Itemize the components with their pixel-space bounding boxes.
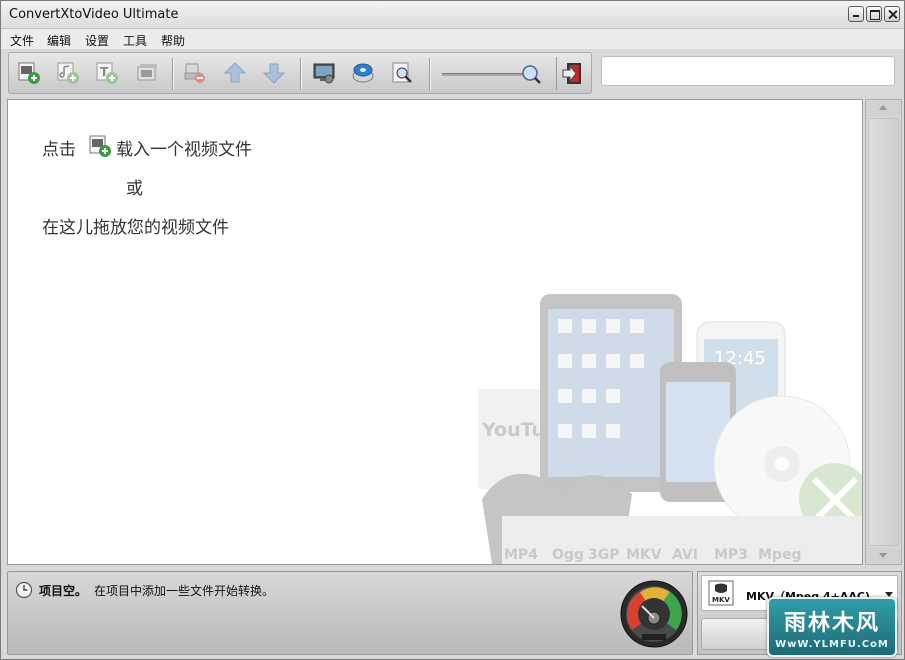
- clock-icon: [15, 581, 33, 599]
- add-video-icon: [18, 62, 40, 84]
- mkv-icon: MKV: [708, 580, 734, 606]
- scroll-up-button[interactable]: [866, 100, 901, 116]
- status-message: 在项目中添加一些文件开始转换。: [94, 584, 275, 598]
- toolbar-separator: [172, 58, 173, 90]
- menu-help[interactable]: 帮助: [161, 32, 185, 49]
- title-bar: ConvertXtoVideo Ultimate: [1, 1, 904, 29]
- hint-drop-label: 在这儿拖放您的视频文件: [42, 218, 229, 238]
- minimize-button[interactable]: [848, 6, 864, 22]
- add-video-button[interactable]: [17, 61, 41, 85]
- svg-text:MKV: MKV: [712, 596, 730, 604]
- format-mp4-label: MP4: [504, 547, 538, 563]
- move-up-button[interactable]: [223, 61, 247, 85]
- add-chapter-icon: [137, 64, 157, 81]
- gauge-icon: [620, 580, 688, 648]
- maximize-button[interactable]: [866, 6, 882, 22]
- scroll-down-button[interactable]: [866, 548, 901, 564]
- menu-edit[interactable]: 编辑: [47, 32, 71, 49]
- add-video-icon[interactable]: [88, 134, 112, 158]
- search-input[interactable]: [601, 56, 895, 86]
- hint-or-label: 或: [126, 179, 143, 199]
- zoom-preview-button[interactable]: [390, 61, 414, 85]
- status-panel: 项目空。 在项目中添加一些文件开始转换。: [7, 571, 693, 655]
- zoom-preview-icon: [392, 62, 412, 83]
- hint-load-label: 载入一个视频文件: [116, 140, 252, 160]
- watermark-logo: 雨林木风 WwW.YLMFU.CoM: [767, 597, 897, 657]
- format-mp3-label: MP3: [714, 547, 748, 563]
- add-audio-button[interactable]: [56, 61, 80, 85]
- add-subtitle-button[interactable]: T: [95, 61, 119, 85]
- hint-click-label: 点击: [42, 140, 76, 160]
- zoom-slider[interactable]: [442, 63, 542, 85]
- format-avi-label: AVI: [672, 547, 698, 563]
- format-mpeg-label: Mpeg: [758, 547, 801, 563]
- window-title: ConvertXtoVideo Ultimate: [9, 7, 179, 22]
- app-window: ConvertXtoVideo Ultimate 文件 编辑 设置 工具 帮助: [0, 0, 905, 660]
- phone-time-label: 12:45: [714, 348, 766, 369]
- exit-button[interactable]: [556, 57, 590, 90]
- menu-tools[interactable]: 工具: [123, 32, 147, 49]
- preview-icon: [313, 63, 335, 84]
- add-subtitle-icon: T: [96, 62, 118, 84]
- watermark-url-text: WwW.YLMFU.CoM: [775, 639, 889, 650]
- add-chapter-button[interactable]: [135, 61, 159, 85]
- toolbar-separator: [300, 58, 301, 90]
- toolbar: T: [8, 52, 592, 94]
- devices-illustration: YouTube 12:45 MP4 Ogg 3GP MKV AVI MP3 Mp…: [478, 294, 862, 564]
- burn-disc-icon: [352, 63, 374, 83]
- remove-icon: [184, 63, 205, 83]
- move-up-icon: [223, 62, 247, 83]
- format-mkv-label: MKV: [626, 547, 662, 563]
- scroll-thumb[interactable]: [868, 118, 899, 546]
- format-3gp-label: 3GP: [588, 547, 620, 563]
- add-audio-icon: [57, 62, 79, 84]
- youtube-label: YouTube: [481, 419, 571, 441]
- toolbar-separator: [429, 58, 430, 90]
- close-button[interactable]: [884, 6, 900, 22]
- move-down-button[interactable]: [262, 61, 286, 85]
- preview-button[interactable]: [312, 61, 336, 85]
- zoom-icon[interactable]: [520, 63, 542, 85]
- burn-disc-button[interactable]: [351, 61, 375, 85]
- menu-bar: 文件 编辑 设置 工具 帮助: [1, 29, 904, 49]
- remove-button[interactable]: [183, 61, 207, 85]
- vertical-scrollbar[interactable]: [865, 99, 902, 565]
- drop-area[interactable]: 点击 载入一个视频文件 或 在这儿拖放您的视频文件 YouTube 12:45 …: [7, 99, 863, 565]
- window-controls: [848, 6, 900, 22]
- format-ogg-label: Ogg: [552, 547, 584, 563]
- watermark-main-text: 雨林木风: [783, 610, 880, 636]
- exit-icon: [562, 63, 581, 84]
- menu-file[interactable]: 文件: [10, 32, 34, 49]
- move-down-icon: [262, 63, 286, 84]
- menu-settings[interactable]: 设置: [85, 32, 109, 49]
- status-title: 项目空。: [39, 584, 88, 598]
